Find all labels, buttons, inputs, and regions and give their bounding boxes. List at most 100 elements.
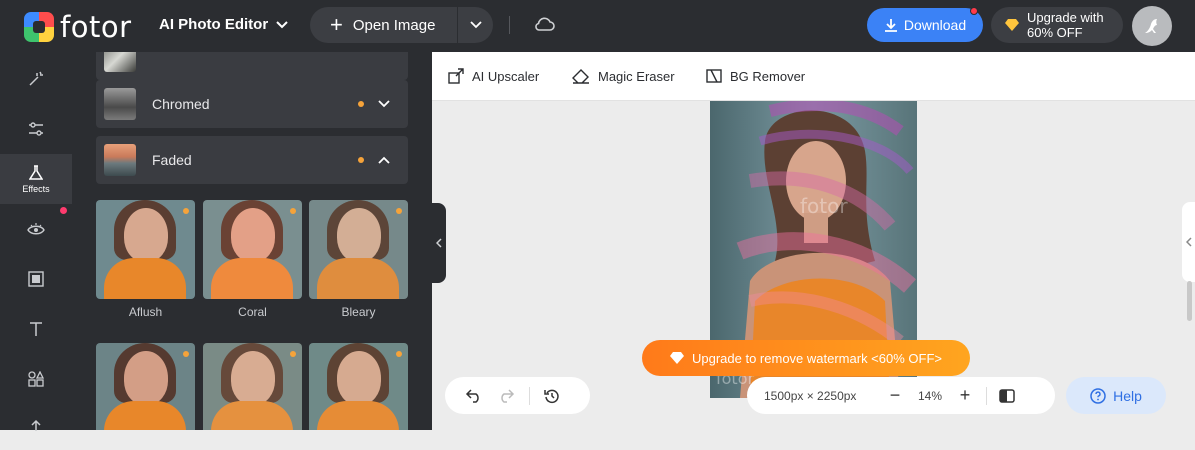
scrollbar[interactable] [1187, 281, 1192, 321]
help-label: Help [1113, 387, 1142, 404]
premium-dot [358, 157, 364, 163]
download-button[interactable]: Download [867, 7, 983, 42]
diamond-icon [670, 352, 684, 364]
ai-upscaler-button[interactable]: AI Upscaler [448, 68, 539, 84]
remove-watermark-banner[interactable]: Upgrade to remove watermark <60% OFF> [642, 340, 970, 376]
chevron-down-icon [378, 100, 390, 108]
rail-magic-button[interactable] [0, 54, 72, 104]
rail-text-button[interactable] [0, 304, 72, 354]
chevron-down-icon [469, 21, 482, 29]
question-icon [1090, 387, 1106, 404]
notification-dot [970, 7, 978, 15]
zoom-out-button[interactable]: − [882, 385, 908, 406]
premium-dot [396, 351, 402, 357]
rail-elements-button[interactable] [0, 354, 72, 404]
compare-icon[interactable] [999, 388, 1015, 403]
divider [986, 386, 987, 405]
tile-image [104, 258, 186, 299]
upscale-icon [448, 68, 464, 84]
tile-image [317, 401, 399, 430]
undo-icon[interactable] [465, 388, 483, 403]
filter-tile-bleary[interactable] [309, 200, 408, 299]
premium-dot [358, 101, 364, 107]
premium-dot [290, 351, 296, 357]
divider [529, 386, 530, 405]
cloud-icon [535, 17, 555, 31]
download-icon [884, 19, 897, 32]
bg-remover-icon [706, 69, 722, 83]
open-image-dropdown[interactable] [458, 7, 493, 43]
history-controls [445, 377, 590, 414]
editor-menu[interactable]: AI Photo Editor [159, 16, 288, 33]
magic-wand-icon [29, 71, 43, 86]
filter-tile[interactable] [96, 343, 195, 430]
rail-effects-button[interactable]: Effects [0, 154, 72, 204]
tile-image [104, 401, 186, 430]
top-bar: fotor AI Photo Editor + Open Image Downl… [0, 0, 1195, 52]
magic-eraser-button[interactable]: Magic Eraser [572, 68, 675, 84]
filter-tile-coral[interactable] [203, 200, 302, 299]
history-icon[interactable] [544, 388, 560, 404]
plus-icon: + [330, 12, 343, 37]
cloud-save-button[interactable] [533, 15, 555, 38]
rail-adjust-button[interactable] [0, 104, 72, 154]
svg-text:fotor: fotor [800, 194, 848, 218]
zoom-controls: 1500px × 2250px − 14% + [747, 377, 1055, 414]
notification-dot [60, 207, 67, 214]
upgrade-button[interactable]: Upgrade with 60% OFF [991, 7, 1123, 43]
flask-icon [29, 164, 43, 180]
upload-icon [31, 419, 41, 431]
avatar[interactable] [1132, 6, 1172, 46]
text-icon [30, 322, 42, 336]
group-name: Faded [152, 152, 192, 168]
expand-right-panel-button[interactable] [1182, 202, 1195, 282]
tool-rail: Effects [0, 52, 72, 431]
tile-image [337, 351, 381, 405]
watermark-banner-label: Upgrade to remove watermark <60% OFF> [692, 350, 942, 366]
upgrade-line1: Upgrade with [1027, 10, 1104, 25]
rail-upload-button[interactable] [0, 400, 72, 450]
image-dimensions: 1500px × 2250px [764, 388, 857, 403]
tile-image [124, 351, 168, 405]
effect-group-chromed[interactable]: Chromed [96, 80, 408, 128]
logo-icon [24, 12, 54, 42]
filter-label: Coral [238, 305, 267, 319]
zoom-level[interactable]: 14% [908, 389, 952, 403]
ai-toolbar: AI Upscaler Magic Eraser BG Remover [432, 52, 1195, 101]
effects-panel: Chromed Faded Aflush Coral Bleary [72, 52, 432, 430]
bg-remover-label: BG Remover [730, 68, 806, 84]
tile-image [211, 401, 293, 430]
filter-tile-aflush[interactable] [96, 200, 195, 299]
tile-image [337, 208, 381, 262]
rail-frame-button[interactable] [0, 254, 72, 304]
eraser-icon [572, 69, 589, 84]
tile-image [231, 208, 275, 262]
filter-label: Aflush [128, 305, 163, 319]
upgrade-line2: 60% OFF [1027, 25, 1083, 40]
effect-group-faded[interactable]: Faded [96, 136, 408, 184]
group-thumbnail [104, 88, 136, 120]
premium-dot [396, 208, 402, 214]
tile-image [124, 208, 168, 262]
redo-icon[interactable] [497, 388, 515, 403]
filter-tile[interactable] [203, 343, 302, 430]
tile-image [317, 258, 399, 299]
magic-eraser-label: Magic Eraser [598, 68, 675, 84]
filter-tile[interactable] [309, 343, 408, 430]
bg-remover-button[interactable]: BG Remover [706, 68, 805, 84]
premium-dot [290, 208, 296, 214]
chevron-up-icon [378, 156, 390, 164]
effect-group-row[interactable] [96, 52, 408, 80]
divider [509, 16, 510, 34]
eye-icon [27, 223, 45, 235]
open-image-button[interactable]: + Open Image [310, 7, 457, 43]
premium-dot [183, 208, 189, 214]
tile-image [231, 351, 275, 405]
shapes-icon [28, 371, 44, 387]
chevron-left-icon [1186, 237, 1192, 247]
logo-text: fotor [60, 10, 132, 44]
zoom-in-button[interactable]: + [952, 385, 978, 406]
fotor-logo[interactable]: fotor [24, 10, 132, 44]
download-label: Download [903, 17, 967, 33]
help-button[interactable]: Help [1066, 377, 1166, 414]
